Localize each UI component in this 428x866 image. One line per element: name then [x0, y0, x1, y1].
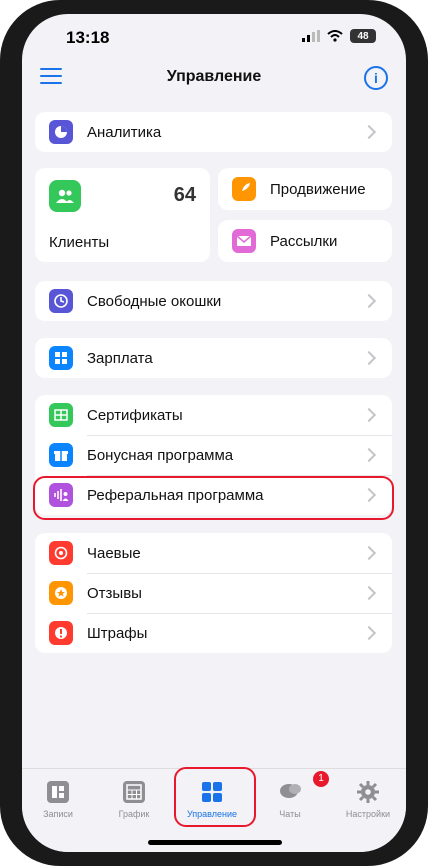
- screen: 13:18 48 Управление i Аналитика 64 Клиен…: [22, 14, 406, 852]
- chevron-right-icon: [361, 625, 377, 641]
- wifi-icon: [327, 30, 343, 42]
- side-button-left-1: [0, 175, 2, 205]
- chevron-right-icon: [361, 407, 377, 423]
- salary-card[interactable]: Зарплата: [35, 338, 392, 378]
- reviews-label: Отзывы: [87, 584, 142, 602]
- chevron-right-icon: [361, 124, 377, 140]
- free-slots-label: Свободные окошки: [87, 292, 222, 310]
- side-button-left-2: [0, 220, 2, 276]
- tab-records[interactable]: Записи: [28, 781, 88, 819]
- salary-label: Зарплата: [87, 349, 153, 367]
- referral-highlight-outline: [33, 476, 394, 520]
- chat-bubbles-icon: 1: [279, 771, 329, 803]
- free-slots-row[interactable]: Свободные окошки: [35, 281, 392, 321]
- star-icon: [49, 581, 73, 605]
- tab-chats-label: Чаты: [279, 809, 301, 819]
- management-tab-highlight-outline: [174, 767, 256, 827]
- info-icon[interactable]: i: [364, 66, 388, 90]
- clients-card[interactable]: 64 Клиенты: [35, 168, 210, 262]
- envelope-icon: [232, 229, 256, 253]
- certificates-label: Сертификаты: [87, 406, 183, 424]
- fines-row[interactable]: Штрафы: [35, 613, 392, 653]
- tips-label: Чаевые: [87, 544, 141, 562]
- gift-icon: [49, 443, 73, 467]
- analytics-label: Аналитика: [87, 123, 162, 141]
- schedule-icon: [123, 781, 145, 803]
- exclamation-icon: [49, 621, 73, 645]
- feedback-group-card: Чаевые Отзывы Штрафы: [35, 533, 392, 653]
- mailings-row[interactable]: Рассылки: [218, 221, 392, 261]
- chats-badge: 1: [313, 771, 329, 787]
- tab-schedule-label: График: [118, 809, 150, 819]
- tips-icon: [49, 541, 73, 565]
- chevron-right-icon: [361, 585, 377, 601]
- gear-icon: [357, 781, 379, 803]
- chevron-right-icon: [361, 350, 377, 366]
- promotion-label: Продвижение: [270, 180, 366, 198]
- tab-records-label: Записи: [43, 809, 73, 819]
- promotion-row[interactable]: Продвижение: [218, 169, 392, 209]
- certificates-row[interactable]: Сертификаты: [35, 395, 392, 435]
- records-icon: [47, 781, 69, 803]
- cellular-icon: [302, 30, 320, 42]
- bonus-program-label: Бонусная программа: [87, 446, 234, 464]
- tab-settings-label: Настройки: [345, 809, 391, 819]
- clients-icon: [49, 180, 81, 212]
- free-slots-card[interactable]: Свободные окошки: [35, 281, 392, 321]
- battery-icon: 48: [350, 29, 376, 43]
- mailings-card[interactable]: Рассылки: [218, 220, 392, 262]
- tips-row[interactable]: Чаевые: [35, 533, 392, 573]
- home-indicator: [148, 840, 282, 845]
- status-icons: 48: [302, 29, 376, 43]
- tab-settings[interactable]: Настройки: [338, 781, 398, 819]
- chevron-right-icon: [361, 545, 377, 561]
- chevron-right-icon: [361, 293, 377, 309]
- analytics-card[interactable]: Аналитика: [35, 112, 392, 152]
- reviews-row[interactable]: Отзывы: [35, 573, 392, 613]
- tab-chats[interactable]: 1 Чаты: [260, 771, 329, 819]
- rocket-icon: [232, 177, 256, 201]
- bonus-program-row[interactable]: Бонусная программа: [35, 435, 392, 475]
- status-bar: 13:18 48: [22, 14, 406, 60]
- clock-icon: [49, 289, 73, 313]
- clients-label: Клиенты: [49, 234, 110, 251]
- promotion-card[interactable]: Продвижение: [218, 168, 392, 210]
- chevron-right-icon: [361, 447, 377, 463]
- mailings-label: Рассылки: [270, 232, 338, 250]
- calculator-icon: [49, 346, 73, 370]
- pie-chart-icon: [49, 120, 73, 144]
- certificate-icon: [49, 403, 73, 427]
- tab-schedule[interactable]: График: [104, 781, 164, 819]
- clients-count: 64: [173, 184, 196, 206]
- fines-label: Штрафы: [87, 624, 148, 642]
- analytics-row[interactable]: Аналитика: [35, 112, 392, 152]
- page-title: Управление: [166, 68, 262, 85]
- salary-row[interactable]: Зарплата: [35, 338, 392, 378]
- status-time: 13:18: [66, 28, 110, 47]
- nav-header: Управление i: [22, 60, 406, 100]
